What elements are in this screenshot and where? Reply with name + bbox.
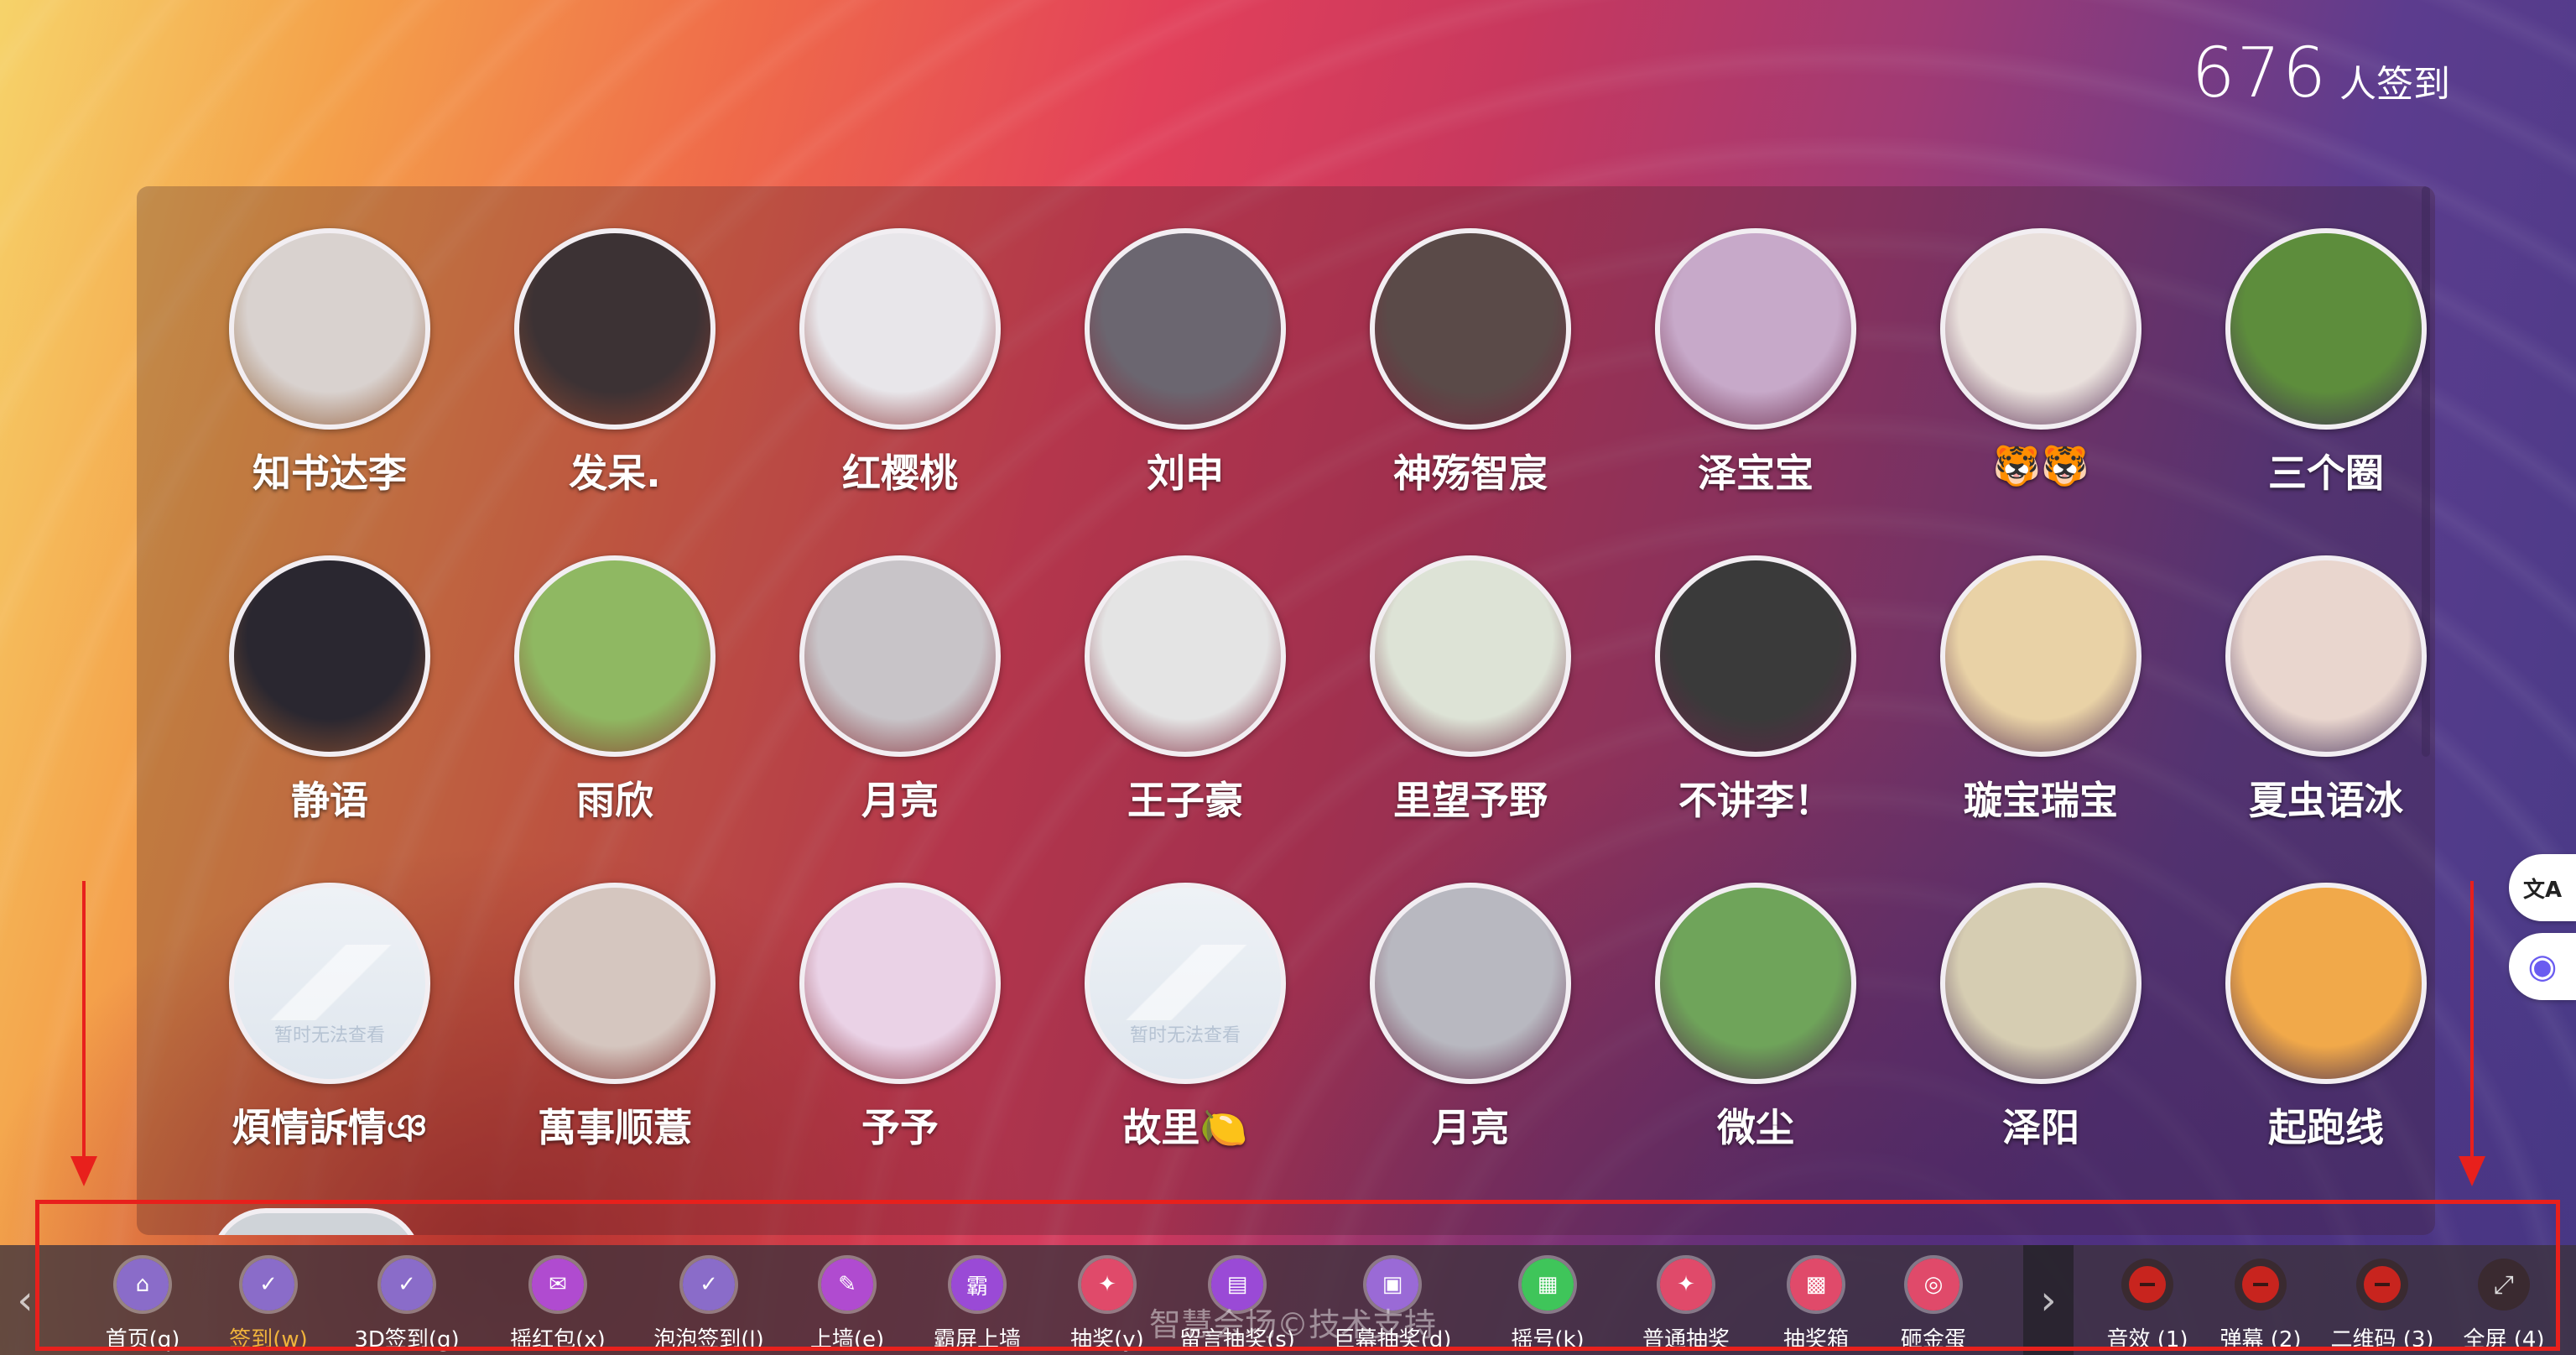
user-card[interactable]: 起跑线 [2183,883,2435,1153]
avatar [229,228,430,430]
user-card[interactable]: 泽阳 [1898,883,2183,1153]
user-name: 静语 [291,778,368,823]
user-card[interactable]: 泽宝宝 [1613,228,1898,498]
mountain-placeholder-icon [1110,945,1261,1020]
user-name: 三个圈 [2268,451,2384,496]
user-card[interactable]: 发呆. [472,228,757,498]
user-card[interactable]: 里望予野 [1328,555,1613,826]
user-card[interactable]: 王子豪 [1043,555,1328,826]
user-name: 微尘 [1717,1105,1794,1150]
user-card[interactable]: 静语 [187,555,472,826]
user-card[interactable]: 夏虫语冰 [2183,555,2435,826]
annotation-arrow-left [82,881,86,1158]
user-card[interactable]: 月亮 [757,555,1043,826]
user-card[interactable]: 🐯🐯 [1898,228,2183,489]
avatar [514,228,716,430]
annotation-arrow-right [2470,881,2474,1158]
avatar [1655,883,1856,1084]
user-card[interactable]: 红樱桃 [757,228,1043,498]
user-name: 泽宝宝 [1698,451,1814,496]
user-name: 萬事顺薏 [538,1105,692,1150]
user-card[interactable]: 雨欣 [472,555,757,826]
avatar [1370,555,1571,757]
user-name: 神殇智宸 [1393,451,1548,496]
toolbar-highlight-frame [35,1200,2560,1351]
user-card[interactable]: 璇宝瑞宝 [1898,555,2183,826]
checkin-counter: 676 人签到 [2191,34,2450,113]
checkin-wall[interactable]: 知书达李 发呆. 红樱桃 刘申 神殇智宸 泽宝宝 🐯🐯 三个圈 静语 雨欣 月亮 王子豪 里望予野 不讲李… [137,186,2435,1235]
user-card[interactable]: 知书达李 [187,228,472,498]
avatar-placeholder: 暂时无法查看 [1085,883,1286,1084]
user-name: 月亮 [1432,1105,1509,1150]
avatar [799,555,1001,757]
user-card[interactable]: 暂时无法查看煩情訴情ঞ [187,883,472,1163]
user-grid: 知书达李 发呆. 红樱桃 刘申 神殇智宸 泽宝宝 🐯🐯 三个圈 静语 雨欣 月亮 王子豪 里望予野 不讲李… [137,186,2435,1235]
annotation-arrow-right-head [2459,1156,2485,1186]
avatar [229,555,430,757]
user-name: 起跑线 [2268,1105,2384,1150]
translate-button[interactable]: 文A [2509,854,2576,921]
avatar [514,883,716,1084]
avatar [2225,555,2427,757]
user-name: 璇宝瑞宝 [1964,778,2118,823]
user-name: 🐯🐯 [1992,443,2089,488]
user-card[interactable]: 微尘 [1613,883,1898,1153]
avatar [1940,555,2141,757]
user-card[interactable]: 神殇智宸 [1328,228,1613,498]
user-name: 不讲李！ [1678,778,1833,823]
placeholder-text: 暂时无法查看 [1129,1025,1241,1046]
mountain-placeholder-icon [254,945,405,1020]
placeholder-text: 暂时无法查看 [273,1025,385,1046]
checkin-count-label: 人签到 [2339,63,2450,106]
avatar [1370,228,1571,430]
user-name: 夏虫语冰 [2249,778,2403,823]
user-name: 王子豪 [1127,778,1243,823]
assistant-button[interactable]: ◉ [2509,933,2576,1000]
assistant-icon: ◉ [2527,947,2558,986]
user-card[interactable]: 暂时无法查看故里🍋 [1043,883,1328,1153]
user-name: 煩情訴情ঞ [232,1105,428,1150]
avatar [1655,228,1856,430]
user-name: 刘申 [1147,451,1224,496]
avatar [514,555,716,757]
user-name: 里望予野 [1393,778,1548,823]
user-name: 予予 [861,1105,939,1150]
user-name: 泽阳 [2002,1105,2079,1150]
user-name: 发呆. [569,451,661,496]
avatar [1655,555,1856,757]
user-name: 知书达李 [252,451,407,496]
user-name: 故里🍋 [1122,1105,1248,1150]
avatar [1940,883,2141,1084]
translate-icon: 文A [2522,877,2563,903]
avatar [1940,228,2141,430]
user-name: 月亮 [861,778,939,823]
user-card[interactable]: 三个圈 [2183,228,2435,498]
annotation-arrow-left-head [70,1156,97,1186]
user-card[interactable]: 予予 [757,883,1043,1153]
avatar-placeholder: 暂时无法查看 [229,883,430,1084]
user-name: 红樱桃 [842,451,958,496]
user-name: 雨欣 [576,778,653,823]
avatar [1085,555,1286,757]
avatar [799,228,1001,430]
avatar [1370,883,1571,1084]
user-card[interactable]: 刘申 [1043,228,1328,498]
avatar [2225,228,2427,430]
user-card[interactable]: 不讲李！ [1613,555,1898,826]
user-card[interactable]: 萬事顺薏 [472,883,757,1153]
avatar [1085,228,1286,430]
checkin-count: 676 [2191,34,2328,113]
avatar [799,883,1001,1084]
avatar [2225,883,2427,1084]
user-card[interactable]: 月亮 [1328,883,1613,1153]
